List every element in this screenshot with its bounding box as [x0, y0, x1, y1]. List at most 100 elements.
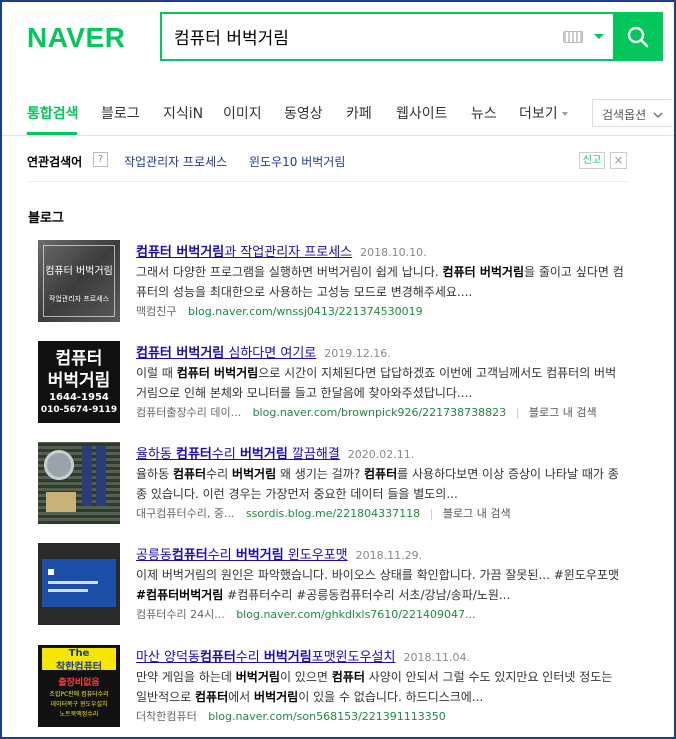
result-item: 공릉동컴퓨터수리 버벅거림 윈도우포맷 2018.11.29. 이제 버벅거림의 … [38, 543, 638, 638]
keyboard-icon[interactable] [563, 31, 583, 43]
title-text: 수리 [211, 447, 240, 462]
section-title-blog: 블로그 [28, 211, 64, 226]
title-text: 포맷윈도우설치 [311, 650, 396, 665]
desc-text: 율하동 [136, 467, 173, 481]
result-item: 율하동 컴퓨터수리 버벅거림 깔끔해결 2020.02.11. 율하동 컴퓨터수리… [38, 442, 638, 537]
title-text: 윈도우포맷 [283, 548, 348, 563]
result-meta: 더착한컴퓨터 blog.naver.com/son568153/22139111… [136, 708, 446, 724]
result-item: 컴퓨터 버벅거림 작업관리자 프로세스 컴퓨터 버벅거림과 작업관리자 프로세스… [38, 240, 638, 335]
search-box[interactable] [160, 12, 663, 61]
keyboard-dropdown-icon[interactable] [594, 34, 604, 39]
result-date: 2020.02.11. [347, 448, 415, 461]
thumb-caption: 출장비없음 [58, 678, 100, 688]
close-icon[interactable]: × [610, 152, 627, 169]
thumb-caption: 컴퓨터 버벅거림 [45, 266, 113, 277]
result-title[interactable]: 컴퓨터 버벅거림 심하다면 여기로 2019.12.16. [136, 342, 391, 361]
result-description: 이제 버벅거림의 원인은 파악했습니다. 바이오스 상태를 확인합니다. 가끔 … [136, 565, 626, 605]
result-author[interactable]: 더착한컴퓨터 [136, 710, 197, 723]
result-item: 컴퓨터 버벅거림 1644-1954 010-5674-9119 컴퓨터 버벅거… [38, 341, 638, 436]
report-button[interactable]: 신고 [579, 152, 605, 169]
related-term[interactable]: 윈도우10 버벅거림 [249, 153, 345, 170]
tab-video[interactable]: 동영상 [284, 103, 323, 123]
result-date: 2018.11.04. [403, 651, 470, 664]
header: NAVER [0, 0, 676, 90]
result-author[interactable]: 맥컴친구 [136, 305, 176, 318]
search-in-blog-link[interactable]: 블로그 내 검색 [529, 406, 597, 419]
search-button[interactable] [613, 12, 663, 61]
result-author[interactable]: 대구컴퓨터수리, 중... [136, 507, 234, 520]
desc-text: 그래서 다양한 프로그램을 실행하면 버벅거림이 쉽게 납니다. [136, 265, 443, 279]
thumb-phone: 1644-1954 [49, 392, 109, 403]
tab-website[interactable]: 웹사이트 [396, 103, 448, 123]
result-url[interactable]: blog.naver.com/son568153/221391113350 [208, 710, 446, 723]
tab-more[interactable]: 더보기 [519, 103, 568, 123]
result-title[interactable]: 율하동 컴퓨터수리 버벅거림 깔끔해결 2020.02.11. [136, 443, 414, 462]
result-url[interactable]: ssordis.blog.me/221804337118 [246, 507, 420, 520]
title-text: 율하동 [136, 447, 177, 462]
related-term[interactable]: 작업관리자 프로세스 [124, 153, 227, 170]
title-keyword: 컴퓨터 [199, 650, 236, 665]
thumb-caption: 데이터복구 윈도우설치 [50, 701, 108, 708]
result-url[interactable]: blog.naver.com/brownpick926/221738738823 [253, 406, 507, 419]
desc-keyword: 버벅거림 [231, 467, 277, 481]
tab-cafe[interactable]: 카페 [346, 103, 372, 123]
result-author[interactable]: 컴퓨터출장수리 데이... [136, 406, 241, 419]
result-description: 율하동 컴퓨터수리 버벅거림 왜 생기는 걸까? 컴퓨터를 사용하다보면 이상 … [136, 464, 626, 504]
desc-keyword: 버벅거림 [254, 690, 299, 704]
caret-down-icon [561, 112, 568, 116]
search-in-blog-link[interactable]: 블로그 내 검색 [443, 507, 511, 520]
naver-logo[interactable]: NAVER [27, 22, 125, 54]
result-title[interactable]: 마산 양덕동컴퓨터수리 버벅거림포맷윈도우설치 2018.11.04. [136, 646, 470, 665]
desc-text: 왜 생기는 걸까? [276, 467, 365, 481]
tab-integrated[interactable]: 통합검색 [27, 103, 79, 123]
result-url[interactable]: blog.naver.com/wnssj0413/221374530019 [188, 305, 423, 318]
result-thumbnail[interactable] [38, 543, 120, 625]
desc-keyword: #컴퓨터버벅거림 [136, 588, 224, 602]
result-meta: 컴퓨터출장수리 데이... blog.naver.com/brownpick92… [136, 406, 597, 419]
result-thumbnail[interactable] [38, 442, 120, 524]
result-title[interactable]: 컴퓨터 버벅거림과 작업관리자 프로세스 2018.10.10. [136, 241, 427, 260]
result-meta: 맥컴친구 blog.naver.com/wnssj0413/2213745300… [136, 303, 423, 319]
thumb-caption: 노트북액정수리 [59, 711, 99, 718]
desc-text: 수리 [206, 467, 232, 481]
thumb-caption: 조립PC판매 컴퓨터수리 [49, 691, 109, 698]
desc-keyword: 버벅거림 [235, 670, 280, 684]
title-text: 공릉동 [136, 548, 172, 563]
title-keyword: 컴퓨터 버벅거림 [136, 346, 225, 361]
tab-blog[interactable]: 블로그 [101, 103, 140, 123]
help-icon[interactable]: ? [93, 152, 108, 167]
tab-news[interactable]: 뉴스 [471, 103, 497, 123]
chevron-down-icon [653, 112, 663, 118]
result-item: The 착한컴퓨터 출장비없음 조립PC판매 컴퓨터수리 데이터복구 윈도우설치… [38, 645, 638, 739]
search-icon [627, 26, 649, 47]
thumb-phone: 010-5674-9119 [40, 405, 118, 415]
thumb-caption: 버벅거림 [47, 371, 111, 391]
result-date: 2019.12.16. [324, 347, 391, 360]
result-thumbnail[interactable]: The 착한컴퓨터 출장비없음 조립PC판매 컴퓨터수리 데이터복구 윈도우설치… [38, 645, 120, 727]
result-author[interactable]: 컴퓨터수리 24시... [136, 608, 225, 621]
title-text: 심하다면 여기로 [224, 346, 317, 361]
desc-keyword: 컴퓨터 [172, 467, 207, 481]
result-title[interactable]: 공릉동컴퓨터수리 버벅거림 윈도우포맷 2018.11.29. [136, 544, 422, 563]
desc-text: 이제 버벅거림의 원인은 파악했습니다. 바이오스 상태를 확인합니다. 가끔 … [136, 568, 619, 582]
tab-image[interactable]: 이미지 [223, 103, 262, 123]
title-keyword: 버벅거림 [235, 548, 284, 563]
tab-kin[interactable]: 지식iN [163, 103, 203, 123]
desc-text: 이 있을 수 없습니다. 하드디스크에... [298, 690, 484, 704]
result-thumbnail[interactable]: 컴퓨터 버벅거림 작업관리자 프로세스 [38, 240, 120, 322]
result-meta: 컴퓨터수리 24시... blog.naver.com/ghkdlxls7610… [136, 606, 476, 622]
desc-keyword: 컴퓨터 버벅거림 [442, 265, 524, 279]
title-keyword: 컴퓨터 버벅거림 [136, 245, 225, 260]
related-searches: 연관검색어 ? 작업관리자 프로세스 윈도우10 버벅거림 신고 × [27, 136, 629, 182]
thumb-subcaption: 작업관리자 프로세스 [48, 295, 110, 303]
result-meta: 대구컴퓨터수리, 중... ssordis.blog.me/2218043371… [136, 507, 511, 520]
result-url[interactable]: blog.naver.com/ghkdlxls7610/221409047... [236, 608, 475, 621]
result-thumbnail[interactable]: 컴퓨터 버벅거림 1644-1954 010-5674-9119 [38, 341, 120, 423]
title-keyword: 컴퓨터 [171, 548, 208, 563]
desc-text: 에서 [228, 690, 255, 704]
search-input[interactable] [174, 26, 554, 47]
result-date: 2018.11.29. [355, 549, 423, 562]
search-options-button[interactable]: 검색옵션 [592, 99, 672, 127]
title-keyword: 버벅거림 [239, 447, 288, 462]
title-text: 수리 [207, 548, 236, 563]
